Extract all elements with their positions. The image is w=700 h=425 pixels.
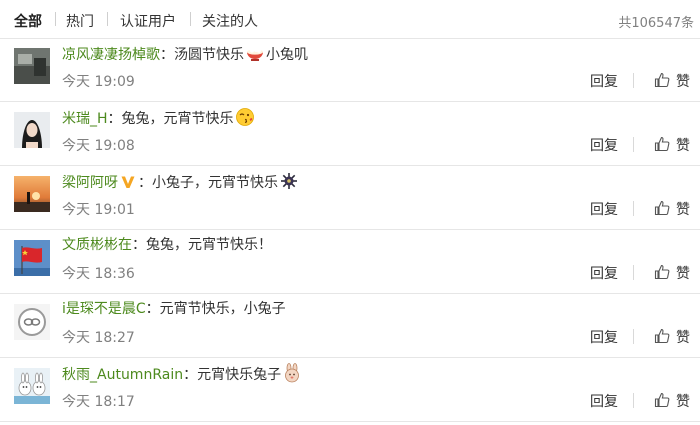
action-divider — [633, 265, 634, 280]
reply-button[interactable]: 回复 — [590, 71, 618, 91]
avatar[interactable] — [14, 48, 50, 84]
like-label: 赞 — [676, 138, 690, 154]
thumbs-up-icon — [654, 264, 670, 280]
comment-time: 今天 19:08 — [62, 138, 135, 154]
reply-button[interactable]: 回复 — [590, 263, 618, 283]
username-link[interactable]: 凉风凄凄扬棹歌 — [62, 47, 160, 63]
colon: ： — [145, 301, 160, 317]
tab-following[interactable]: 关注的人 — [202, 11, 258, 31]
tab-verified-users[interactable]: 认证用户 — [120, 11, 176, 31]
comment-item: 米瑞_H：兔兔，元宵节快乐 今天 19:08 回复 赞 — [0, 102, 700, 166]
comment-text: 小兔叽 — [266, 47, 308, 63]
comment-time: 今天 18:36 — [62, 266, 135, 282]
comment-content: i是琛不是晨C：元宵节快乐，小兔子 — [62, 299, 286, 319]
like-button[interactable]: 赞 — [654, 199, 690, 219]
tab-divider — [190, 12, 191, 26]
action-divider — [633, 201, 634, 216]
rice-bowl-emoji-icon — [245, 43, 265, 63]
action-divider — [633, 329, 634, 344]
reply-button[interactable]: 回复 — [590, 391, 618, 411]
tab-divider — [55, 12, 56, 26]
username-link[interactable]: 米瑞_H — [62, 111, 108, 127]
username-link[interactable]: 梁阿阿呀 — [62, 175, 118, 191]
comment-time: 今天 18:17 — [62, 394, 135, 410]
thumbs-up-icon — [654, 72, 670, 88]
like-button[interactable]: 赞 — [654, 263, 690, 283]
thumbs-up-icon — [654, 392, 670, 408]
comment-text: 小兔子，元宵节快乐 — [152, 175, 278, 191]
comment-text: 兔兔，元宵节快乐！ — [146, 237, 272, 253]
comment-item: 文质彬彬在：兔兔，元宵节快乐！ 今天 18:36 回复 赞 — [0, 230, 700, 294]
colon: ： — [138, 175, 152, 191]
like-button[interactable]: 赞 — [654, 71, 690, 91]
comment-text: 元宵节快乐，小兔子 — [159, 301, 286, 317]
comment-text: 兔兔，元宵节快乐 — [121, 111, 234, 127]
username-link[interactable]: 秋雨_AutumnRain — [62, 367, 183, 383]
tab-all[interactable]: 全部 — [14, 11, 42, 31]
like-label: 赞 — [676, 266, 690, 282]
avatar[interactable] — [14, 240, 50, 276]
like-label: 赞 — [676, 202, 690, 218]
colon: ： — [183, 367, 198, 383]
reply-button[interactable]: 回复 — [590, 327, 618, 347]
comment-item: 梁阿阿呀 ：小兔子，元宵节快乐 今天 19:01 回复 赞 — [0, 166, 700, 230]
colon: ： — [107, 111, 122, 127]
comment-text: 汤圆节快乐 — [174, 47, 244, 63]
kiss-face-emoji-icon — [235, 107, 255, 127]
avatar[interactable] — [14, 368, 50, 404]
comment-text: 元宵快乐兔子 — [197, 367, 282, 383]
thumbs-up-icon — [654, 200, 670, 216]
tab-hot[interactable]: 热门 — [66, 11, 94, 31]
reply-button[interactable]: 回复 — [590, 199, 618, 219]
action-divider — [633, 137, 634, 152]
comment-item: 凉风凄凄扬棹歌：汤圆节快乐 小兔叽 今天 19:09 回复 赞 — [0, 38, 700, 102]
comment-time: 今天 19:09 — [62, 74, 135, 90]
like-button[interactable]: 赞 — [654, 135, 690, 155]
like-label: 赞 — [676, 330, 690, 346]
avatar[interactable] — [14, 304, 50, 340]
comment-content: 文质彬彬在：兔兔，元宵节快乐！ — [62, 235, 272, 255]
comment-filter-tabs: 全部 热门 认证用户 关注的人 共106547条 — [0, 0, 700, 39]
comment-list: 凉风凄凄扬棹歌：汤圆节快乐 小兔叽 今天 19:09 回复 赞 米瑞_H：兔兔，元… — [0, 38, 700, 422]
colon: ： — [132, 237, 146, 253]
username-link[interactable]: i是琛不是晨C — [62, 301, 146, 317]
action-divider — [633, 393, 634, 408]
avatar[interactable] — [14, 176, 50, 212]
comment-content: 米瑞_H：兔兔，元宵节快乐 — [62, 107, 256, 129]
comment-content: 梁阿阿呀 ：小兔子，元宵节快乐 — [62, 171, 300, 193]
comment-item: i是琛不是晨C：元宵节快乐，小兔子 今天 18:27 回复 赞 — [0, 294, 700, 358]
tab-divider — [107, 12, 108, 26]
firework-emoji-icon — [279, 171, 299, 191]
reply-button[interactable]: 回复 — [590, 135, 618, 155]
username-link[interactable]: 文质彬彬在 — [62, 237, 132, 253]
comment-content: 秋雨_AutumnRain：元宵快乐兔子 — [62, 363, 303, 385]
like-label: 赞 — [676, 74, 690, 90]
like-button[interactable]: 赞 — [654, 327, 690, 347]
thumbs-up-icon — [654, 136, 670, 152]
comment-time: 今天 18:27 — [62, 330, 135, 346]
avatar[interactable] — [14, 112, 50, 148]
like-label: 赞 — [676, 394, 690, 410]
like-button[interactable]: 赞 — [654, 391, 690, 411]
action-divider — [633, 73, 634, 88]
verified-badge-icon — [120, 174, 136, 190]
total-comment-count: 共106547条 — [618, 16, 694, 31]
bunny-emoji-icon — [282, 363, 302, 383]
comment-content: 凉风凄凄扬棹歌：汤圆节快乐 小兔叽 — [62, 43, 308, 65]
thumbs-up-icon — [654, 328, 670, 344]
comment-time: 今天 19:01 — [62, 202, 135, 218]
colon: ： — [160, 47, 174, 63]
comment-item: 秋雨_AutumnRain：元宵快乐兔子 今天 18:17 回复 赞 — [0, 358, 700, 422]
